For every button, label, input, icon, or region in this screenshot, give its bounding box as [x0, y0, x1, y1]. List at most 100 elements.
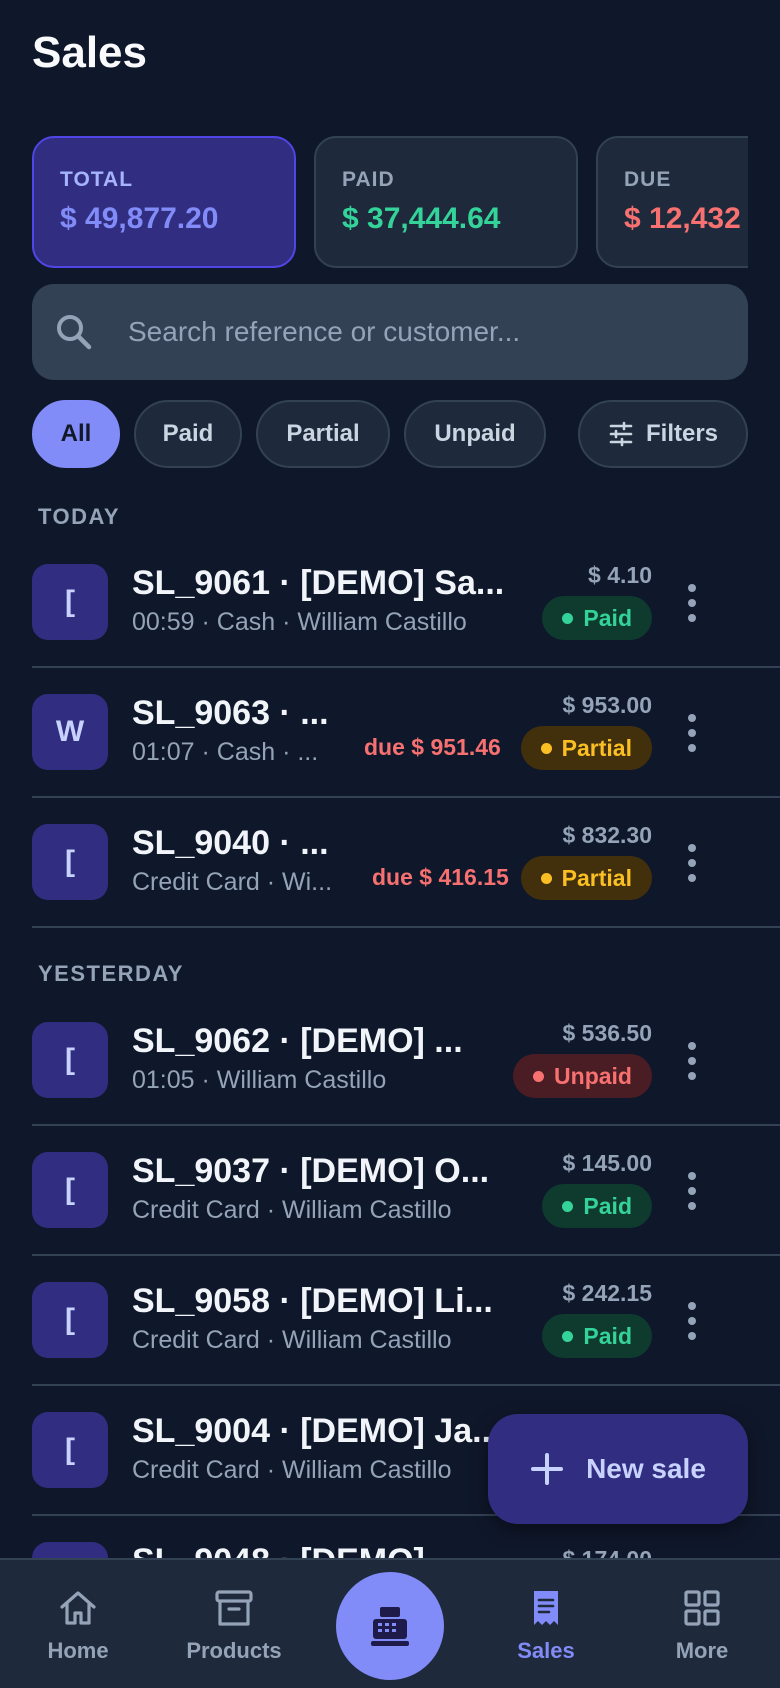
status-badge: Partial	[520, 856, 652, 900]
sale-row[interactable]: [ SL_9037 · [DEMO] O... Credit Card · Wi…	[32, 1126, 780, 1256]
sale-row[interactable]: [ SL_9058 · [DEMO] Li... Credit Card · W…	[32, 1256, 780, 1386]
stat-card-paid[interactable]: PAID $ 37,444.64	[314, 136, 578, 268]
status-dot	[540, 872, 552, 884]
nav-label: Products	[186, 1638, 282, 1663]
new-sale-button[interactable]: New sale	[488, 1414, 748, 1524]
nav-more[interactable]: More	[642, 1586, 762, 1664]
stat-label: DUE	[624, 168, 672, 191]
due-amount: due $ 416.15	[372, 864, 509, 890]
sale-subtitle: 01:07 · Cash · ...	[132, 738, 319, 766]
sale-subtitle: 00:59 · Cash · William Castillo	[132, 608, 467, 636]
status-label: Partial	[561, 734, 632, 761]
filters-label: Filters	[645, 420, 719, 447]
bottom-nav: Home Products Sales More	[0, 1558, 780, 1688]
filters-button[interactable]: Filters	[578, 400, 748, 468]
sale-subtitle: Credit Card · William Castillo	[132, 1196, 452, 1224]
stat-value: $ 49,877.20	[60, 202, 219, 235]
more-vert-icon[interactable]	[682, 708, 702, 758]
sale-title: SL_9058 · [DEMO] Li...	[132, 1282, 493, 1320]
grid-icon	[684, 1590, 720, 1626]
sale-title: SL_9037 · [DEMO] O...	[132, 1152, 490, 1190]
sale-amount: $ 536.50	[562, 1020, 652, 1046]
sale-row[interactable]: W SL_9063 · ... 01:07 · Cash · ... $ 953…	[32, 668, 780, 798]
home-icon	[60, 1591, 96, 1625]
plus-icon	[531, 1453, 564, 1485]
stat-card-total[interactable]: TOTAL $ 49,877.20	[32, 136, 296, 268]
status-dot	[533, 1070, 545, 1082]
nav-sales[interactable]: Sales	[486, 1586, 606, 1664]
pos-register-button[interactable]	[336, 1572, 444, 1680]
nav-home[interactable]: Home	[18, 1586, 138, 1664]
status-label: Paid	[583, 1322, 632, 1349]
sale-title: SL_9004 · [DEMO] Ja...	[132, 1412, 501, 1450]
avatar: [	[32, 1152, 108, 1228]
avatar: [	[32, 1282, 108, 1358]
status-badge: Paid	[542, 1184, 652, 1228]
sale-title: SL_9063 · ...	[132, 694, 329, 732]
more-vert-icon[interactable]	[682, 578, 702, 628]
sale-title: SL_9040 · ...	[132, 824, 329, 862]
stat-label: PAID	[342, 168, 395, 191]
sale-subtitle: Credit Card · William Castillo	[132, 1456, 452, 1484]
nav-label: More	[675, 1638, 729, 1663]
avatar: [	[32, 1022, 108, 1098]
more-vert-icon[interactable]	[682, 1166, 702, 1216]
nav-label: Sales	[517, 1638, 575, 1663]
new-sale-label: New sale	[586, 1453, 706, 1484]
receipt-icon	[534, 1591, 558, 1625]
sale-amount: $ 4.10	[588, 562, 652, 588]
more-vert-icon[interactable]	[682, 1296, 702, 1346]
more-vert-icon[interactable]	[682, 1036, 702, 1086]
status-dot	[562, 612, 574, 624]
sale-amount: $ 242.15	[562, 1280, 652, 1306]
sale-row[interactable]: [ SL_9061 · [DEMO] Sa... 00:59 · Cash · …	[32, 538, 780, 668]
more-vert-icon[interactable]	[682, 838, 702, 888]
status-label: Unpaid	[554, 1062, 632, 1089]
stat-value: $ 37,444.64	[342, 202, 501, 235]
page-title: Sales	[32, 28, 147, 77]
cash-register-icon	[371, 1607, 409, 1646]
sale-title: SL_9062 · [DEMO] ...	[132, 1022, 463, 1060]
stat-card-due[interactable]: DUE $ 12,432	[596, 136, 748, 268]
sale-title: SL_9061 · [DEMO] Sa...	[132, 564, 505, 602]
nav-label: Home	[47, 1638, 109, 1663]
chip-paid[interactable]: Paid	[134, 400, 242, 468]
chip-unpaid[interactable]: Unpaid	[404, 400, 546, 468]
status-dot	[562, 1200, 574, 1212]
stat-value: $ 12,432	[624, 202, 741, 235]
status-dot	[562, 1330, 574, 1342]
status-label: Paid	[583, 604, 632, 631]
avatar: W	[32, 694, 108, 770]
search-bar[interactable]	[32, 284, 748, 380]
sale-amount: $ 832.30	[562, 822, 652, 848]
archive-icon	[215, 1590, 253, 1626]
avatar: [	[32, 564, 108, 640]
avatar: [	[32, 824, 108, 900]
chip-all[interactable]: All	[32, 400, 120, 468]
status-badge: Partial	[520, 726, 652, 770]
status-badge: Paid	[542, 1314, 652, 1358]
status-badge: Unpaid	[513, 1054, 652, 1098]
sale-row[interactable]: [ SL_9062 · [DEMO] ... 01:05 · William C…	[32, 996, 780, 1126]
nav-products[interactable]: Products	[174, 1586, 294, 1664]
sale-amount: $ 145.00	[562, 1150, 652, 1176]
section-today: TODAY	[38, 504, 121, 529]
due-amount: due $ 951.46	[364, 734, 501, 760]
filter-chips: All Paid Partial Unpaid Filters	[32, 400, 748, 468]
stat-label: TOTAL	[60, 168, 134, 191]
sale-subtitle: 01:05 · William Castillo	[132, 1066, 387, 1094]
avatar: [	[32, 1412, 108, 1488]
search-icon	[52, 310, 96, 354]
sale-subtitle: Credit Card · William Castillo	[132, 1326, 452, 1354]
section-yesterday: YESTERDAY	[38, 961, 184, 986]
tune-icon	[609, 421, 633, 447]
stats-carousel[interactable]: TOTAL $ 49,877.20 PAID $ 37,444.64 DUE $…	[32, 136, 748, 268]
sale-subtitle: Credit Card · Wi...	[132, 868, 333, 896]
status-dot	[540, 742, 552, 754]
chip-partial[interactable]: Partial	[256, 400, 390, 468]
search-input[interactable]	[128, 316, 688, 348]
sale-row[interactable]: [ SL_9040 · ... Credit Card · Wi... $ 83…	[32, 798, 780, 928]
status-label: Partial	[561, 864, 632, 891]
status-badge: Paid	[542, 596, 652, 640]
sale-amount: $ 953.00	[562, 692, 652, 718]
